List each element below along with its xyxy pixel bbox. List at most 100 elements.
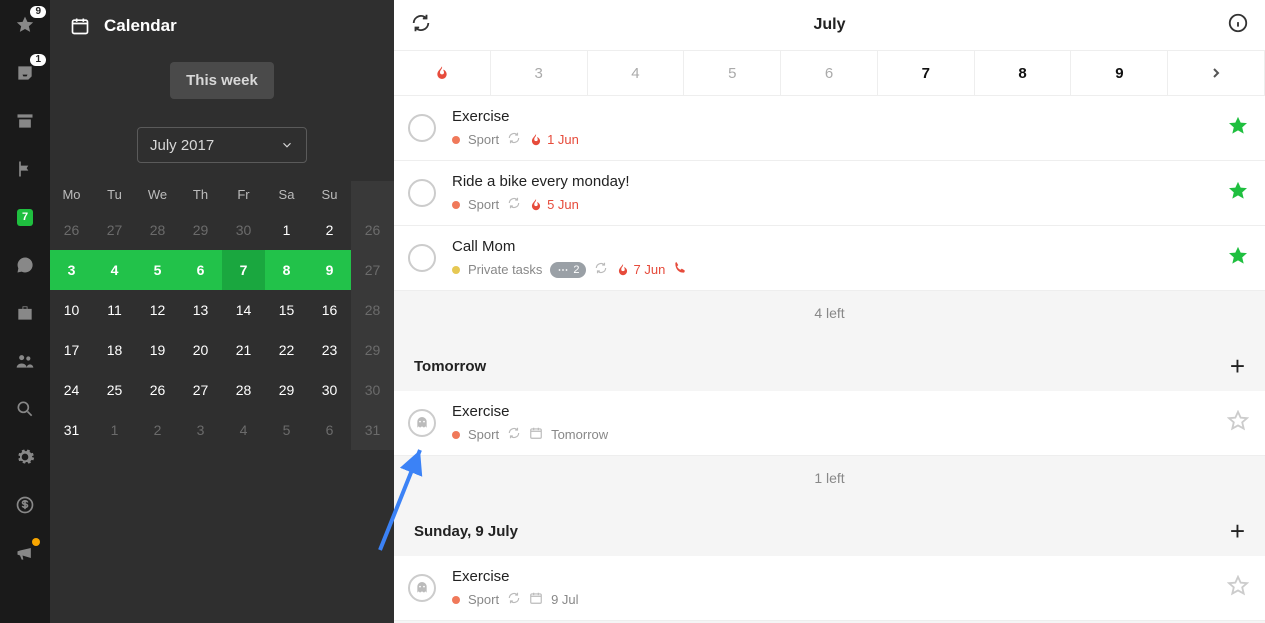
month-select[interactable]: July 2017 [137,127,307,163]
day-cell[interactable]: 6 [781,51,878,95]
calendar-day[interactable]: 5 [136,250,179,290]
nav-starred[interactable]: 9 [14,14,36,36]
calendar-day[interactable]: 27 [179,370,222,410]
calendar-day[interactable]: 12 [136,290,179,330]
calendar-day[interactable]: 3 [50,250,93,290]
calendar-day[interactable]: 9 [308,250,351,290]
notification-dot-icon [32,538,40,546]
category-dot-icon [452,596,460,604]
phone-icon [673,261,687,278]
nav-billing[interactable] [14,494,36,516]
add-task-button[interactable]: + [1230,518,1245,544]
nav-calendar[interactable]: 7 [14,206,36,228]
calendar-day[interactable]: 7 [222,250,265,290]
overdue-date: 7 Jun [616,262,666,277]
nav-settings[interactable] [14,446,36,468]
star-toggle[interactable] [1227,410,1249,437]
task-row[interactable]: ExerciseSportTomorrow [394,391,1265,456]
nav-search[interactable] [14,398,36,420]
star-toggle[interactable] [1227,575,1249,602]
nav-flag[interactable] [14,158,36,180]
task-row[interactable]: Ride a bike every monday!Sport 5 Jun [394,161,1265,226]
info-button[interactable] [1227,12,1249,39]
day-cell[interactable]: 5 [684,51,781,95]
star-toggle[interactable] [1227,180,1249,207]
calendar-day[interactable]: 27 [93,210,136,250]
calendar-day[interactable]: 4 [93,250,136,290]
refresh-button[interactable] [410,12,432,39]
nav-inbox[interactable]: 1 [14,62,36,84]
calendar-day[interactable]: 24 [50,370,93,410]
calendar-day[interactable]: 19 [136,330,179,370]
calendar-day[interactable]: 5 [265,410,308,450]
calendar-day[interactable]: 27 [351,250,394,290]
task-row[interactable]: ExerciseSport 1 Jun [394,96,1265,161]
star-toggle[interactable] [1227,245,1249,272]
category-label: Sport [468,427,499,442]
category-label: Sport [468,592,499,607]
nav-archive[interactable] [14,110,36,132]
calendar-day[interactable]: 4 [222,410,265,450]
calendar-day[interactable]: 8 [265,250,308,290]
calendar-day[interactable]: 3 [179,410,222,450]
calendar-day[interactable]: 20 [179,330,222,370]
calendar-day[interactable]: 6 [179,250,222,290]
complete-toggle[interactable] [408,574,436,602]
calendar-day[interactable]: 29 [351,330,394,370]
calendar-day[interactable]: 26 [136,370,179,410]
task-row[interactable]: ExerciseSport9 Jul [394,556,1265,621]
calendar-day[interactable]: 1 [93,410,136,450]
complete-toggle[interactable] [408,244,436,272]
calendar-day[interactable]: 6 [308,410,351,450]
day-cell[interactable]: 8 [975,51,1072,95]
calendar-day[interactable]: 11 [93,290,136,330]
calendar-day[interactable]: 21 [222,330,265,370]
day-cell[interactable]: 3 [491,51,588,95]
this-week-button[interactable]: This week [170,62,274,99]
calendar-day[interactable]: 15 [265,290,308,330]
calendar-day[interactable]: 1 [265,210,308,250]
calendar-day[interactable]: 29 [179,210,222,250]
complete-toggle[interactable] [408,409,436,437]
complete-toggle[interactable] [408,114,436,142]
section-title: Sunday, 9 July [414,523,518,540]
nav-chat[interactable] [14,254,36,276]
add-task-button[interactable]: + [1230,353,1245,379]
nav-team[interactable] [14,350,36,372]
calendar-day[interactable]: 31 [351,410,394,450]
day-cell[interactable]: 4 [588,51,685,95]
calendar-day[interactable]: 30 [308,370,351,410]
calendar-day[interactable]: 28 [136,210,179,250]
calendar-day[interactable]: 10 [50,290,93,330]
day-cell-selected[interactable]: 7 [878,51,975,95]
calendar-day[interactable]: 17 [50,330,93,370]
calendar-day[interactable]: 28 [351,290,394,330]
calendar-day[interactable]: 30 [351,370,394,410]
category-dot-icon [452,136,460,144]
calendar-day[interactable]: 2 [136,410,179,450]
calendar-day[interactable]: 23 [308,330,351,370]
task-row[interactable]: Call MomPrivate tasks 2 7 Jun [394,226,1265,291]
calendar-day[interactable]: 31 [50,410,93,450]
calendar-day[interactable]: 13 [179,290,222,330]
calendar-day[interactable]: 16 [308,290,351,330]
flag-icon [15,159,35,179]
calendar-day[interactable]: 14 [222,290,265,330]
nav-briefcase[interactable] [14,302,36,324]
calendar-day[interactable]: 26 [50,210,93,250]
nav-announce[interactable] [14,542,36,564]
overdue-cell[interactable] [394,51,491,95]
calendar-day[interactable]: 2 [308,210,351,250]
calendar-day[interactable]: 25 [93,370,136,410]
calendar-day[interactable]: 18 [93,330,136,370]
calendar-day[interactable]: 28 [222,370,265,410]
calendar-day[interactable]: 29 [265,370,308,410]
calendar-day[interactable]: 22 [265,330,308,370]
star-toggle[interactable] [1227,115,1249,142]
chevron-right-icon [1208,65,1224,81]
calendar-day[interactable]: 30 [222,210,265,250]
complete-toggle[interactable] [408,179,436,207]
day-cell[interactable]: 9 [1071,51,1168,95]
next-week-button[interactable] [1168,51,1265,95]
calendar-day[interactable]: 26 [351,210,394,250]
